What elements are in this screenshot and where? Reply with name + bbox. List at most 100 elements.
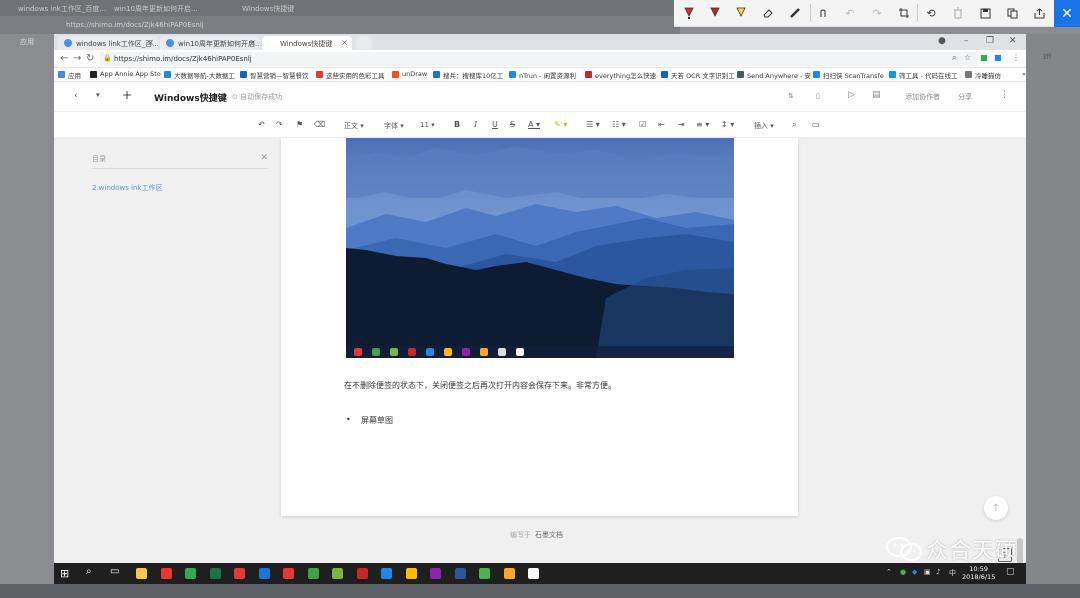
forward-icon[interactable]: →: [73, 53, 81, 64]
history-icon[interactable]: ⟲: [921, 4, 941, 22]
browser-tab[interactable]: windows link工作区_百... ×: [58, 36, 158, 50]
text-color-icon[interactable]: A ▾: [528, 120, 540, 129]
font-size-select[interactable]: 11 ▾: [420, 121, 435, 129]
menu-icon[interactable]: ⋮: [1012, 53, 1020, 62]
play-icon[interactable]: ▷: [848, 90, 855, 100]
extension-blue-icon[interactable]: ■: [994, 53, 1002, 62]
close-tab-icon[interactable]: ×: [249, 38, 256, 47]
undo-icon[interactable]: ↶: [840, 4, 860, 22]
strikethrough-icon[interactable]: S: [510, 120, 515, 129]
close-icon[interactable]: ✕: [260, 153, 268, 163]
search-icon[interactable]: ⌕: [86, 566, 92, 577]
extension-green-icon[interactable]: ■: [980, 53, 988, 62]
excel-icon[interactable]: [209, 568, 221, 579]
url-input[interactable]: 🔒 https://shimo.im/docs/Zjk46hiPAP0Esnlj: [100, 52, 978, 66]
indent-icon[interactable]: ⇥: [678, 120, 685, 129]
tray-expand-icon[interactable]: ⌃: [886, 568, 892, 576]
shield-icon[interactable]: ◆: [912, 568, 917, 576]
back-icon[interactable]: ‹: [74, 91, 78, 101]
bookmark-item[interactable]: 应用: [58, 70, 81, 80]
italic-icon[interactable]: I: [474, 120, 477, 129]
profile-icon[interactable]: ●: [938, 36, 946, 46]
highlighter-icon[interactable]: [731, 4, 751, 22]
task-view-icon[interactable]: ▭: [110, 566, 119, 577]
style-select[interactable]: 正文 ▾: [344, 121, 364, 131]
browser-tab[interactable]: win10周年更新如何开启... ×: [160, 36, 260, 50]
ruler-icon[interactable]: [785, 4, 805, 22]
bookmark-item[interactable]: everything怎么快速: [585, 70, 656, 80]
pencil-icon[interactable]: [705, 4, 725, 22]
word-icon[interactable]: [454, 568, 466, 579]
clear-format-icon[interactable]: ⌫: [314, 120, 325, 129]
browser-tab-active[interactable]: Windows快捷键 ×: [262, 36, 352, 50]
tray-app-icon[interactable]: ●: [900, 568, 906, 576]
folder-icon[interactable]: [503, 568, 515, 579]
bookmark-item[interactable]: 冷睡猫仿: [965, 70, 1001, 80]
scroll-to-top-icon[interactable]: ↑: [984, 496, 1008, 520]
ballpoint-pen-icon[interactable]: [679, 4, 699, 22]
share-icon[interactable]: [1029, 4, 1049, 22]
bookmark-icon[interactable]: ▯: [816, 92, 820, 100]
mountain-image[interactable]: [346, 138, 734, 358]
wps-icon[interactable]: [283, 568, 294, 579]
underline-icon[interactable]: U: [492, 120, 498, 129]
bookmarks-overflow-icon[interactable]: »: [1012, 70, 1026, 78]
bookmark-item[interactable]: 大数据导航-大数据工: [164, 70, 235, 80]
comment-icon[interactable]: ▭: [812, 120, 820, 129]
ordered-list-icon[interactable]: ☰ ▾: [586, 120, 600, 129]
undo-icon[interactable]: ↶: [258, 120, 265, 129]
unordered-list-icon[interactable]: ☷ ▾: [612, 120, 626, 129]
add-icon[interactable]: +: [122, 88, 132, 102]
outdent-icon[interactable]: ⇤: [658, 120, 665, 129]
sticky-notes-icon[interactable]: [528, 568, 539, 579]
chrome-active-icon[interactable]: [405, 568, 417, 579]
share-button[interactable]: 分享: [958, 92, 972, 102]
more-icon[interactable]: ⋮: [1000, 90, 1009, 100]
windows-start-icon[interactable]: ⊞: [60, 567, 69, 580]
redo-icon[interactable]: ↷: [276, 120, 283, 129]
app-red-icon[interactable]: [356, 568, 368, 579]
bookmark-item[interactable]: Send Anywhere - 安: [737, 70, 811, 80]
qq-browser-icon[interactable]: [381, 568, 392, 579]
wechat-icon[interactable]: [479, 568, 490, 579]
clock[interactable]: 10:59 2018/6/15: [962, 565, 995, 581]
close-icon[interactable]: ✕: [1054, 0, 1080, 27]
find-icon[interactable]: ⌕: [792, 120, 796, 130]
highlight-color-icon[interactable]: ✎ ▾: [554, 120, 567, 129]
close-tab-icon[interactable]: ×: [147, 38, 154, 47]
notification-icon[interactable]: ▢: [1006, 567, 1015, 577]
search-icon[interactable]: ⌕: [952, 53, 956, 63]
close-tab-icon[interactable]: ×: [341, 38, 348, 47]
bookmark-item[interactable]: nTrun - 闲置资源利: [509, 70, 576, 80]
bold-icon[interactable]: B: [454, 120, 460, 129]
explorer-icon[interactable]: [136, 568, 147, 579]
minimize-icon[interactable]: –: [964, 36, 969, 46]
bookmark-item[interactable]: 这些实用的色彩工具: [316, 70, 385, 80]
line-spacing-icon[interactable]: ↕ ▾: [721, 120, 734, 129]
bookmark-item[interactable]: unDraw: [392, 70, 427, 78]
window-close-icon[interactable]: ✕: [1009, 36, 1017, 46]
chrome-icon[interactable]: [185, 568, 196, 579]
bookmark-item[interactable]: 天若 OCR 文字识别工: [661, 70, 735, 80]
body-paragraph[interactable]: 在不删除便签的状态下，关闭便签之后再次打开内容会保存下来。非常方便。: [344, 380, 616, 391]
back-icon[interactable]: ←: [60, 53, 68, 64]
maximize-icon[interactable]: ❐: [986, 36, 994, 46]
bookmark-item[interactable]: 智慧营销—智慧餐饮: [240, 70, 309, 80]
bookmark-item[interactable]: 筛工具 - 代码在线工: [889, 70, 957, 80]
reload-icon[interactable]: ↻: [86, 53, 94, 64]
comment-icon[interactable]: ▤: [872, 90, 881, 100]
eraser-icon[interactable]: [758, 4, 778, 22]
bookmark-item[interactable]: App Annie App Sto: [90, 70, 161, 78]
play-icon[interactable]: [307, 568, 319, 579]
volume-icon[interactable]: ♪: [936, 568, 940, 576]
bookmark-item[interactable]: 搜兵：搜搜库10亿工: [433, 70, 503, 80]
bullet-item[interactable]: 屏幕草图: [346, 415, 393, 426]
align-icon[interactable]: ≡ ▾: [696, 120, 709, 129]
touch-writing-icon[interactable]: [813, 4, 833, 22]
bookmark-item[interactable]: 扫扫侠 ScanTransfe: [813, 70, 884, 80]
save-icon[interactable]: [975, 4, 995, 22]
doc-title[interactable]: Windows快捷键: [154, 91, 227, 104]
copy-icon[interactable]: [1002, 4, 1022, 22]
star-icon[interactable]: ☆: [964, 53, 971, 62]
app-purple-icon[interactable]: [430, 568, 441, 579]
